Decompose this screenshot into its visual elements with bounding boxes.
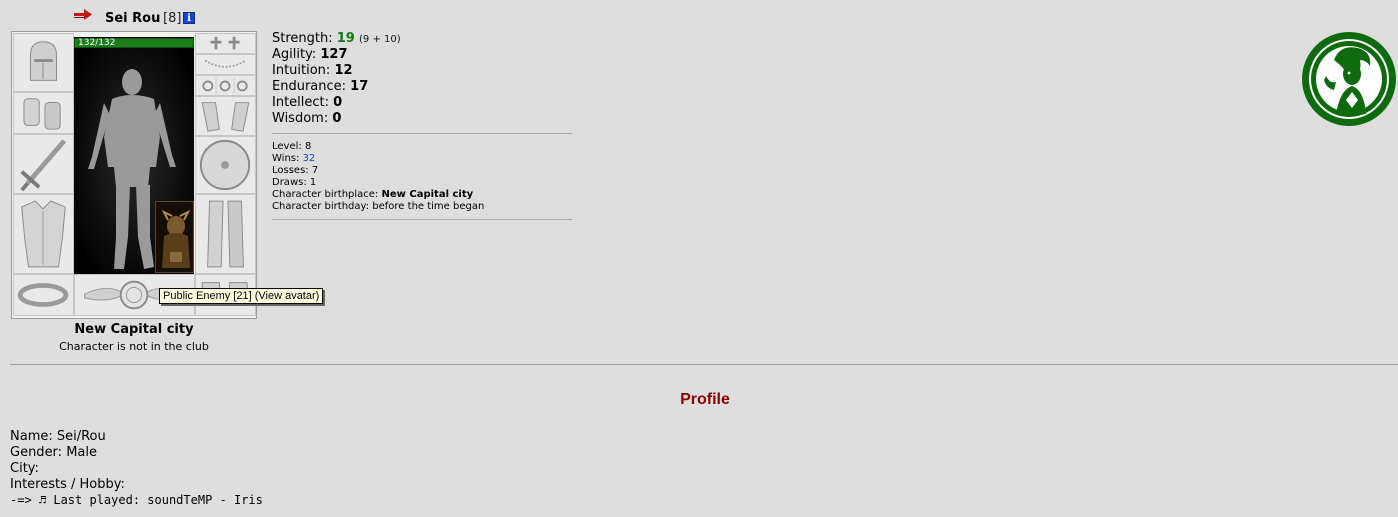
- arrow-icon[interactable]: [74, 9, 92, 21]
- character-name: Sei Rou: [105, 11, 161, 26]
- info-wins: Wins: 32: [272, 153, 315, 165]
- avatar-tooltip: Public Enemy [21] (View avatar): [159, 288, 324, 304]
- last-played: -=> ♬ Last played: soundTeMP - Iris: [10, 493, 263, 507]
- gloves-slot[interactable]: [195, 96, 256, 136]
- info-label: Draws:: [272, 177, 307, 188]
- stat-strength: Strength: 19 (9 + 10): [272, 31, 401, 48]
- armor-slot[interactable]: [13, 194, 74, 274]
- info-label: Losses:: [272, 165, 309, 176]
- helmet-slot[interactable]: [13, 33, 74, 92]
- stat-value: 17: [350, 79, 369, 94]
- hp-value: 132/132: [78, 38, 116, 48]
- info-value: 7: [311, 165, 319, 176]
- stat-label: Wisdom:: [272, 111, 329, 126]
- stat-value: 0: [333, 95, 343, 110]
- info-label: Wins:: [272, 153, 300, 164]
- city-title: New Capital city: [74, 322, 194, 337]
- avatar-image: [156, 202, 193, 272]
- info-label: Character birthplace:: [272, 189, 379, 200]
- stat-endurance: Endurance: 17: [272, 79, 368, 95]
- stat-value: 19: [336, 31, 355, 46]
- club-status: Character is not in the club: [59, 340, 209, 353]
- stat-value: 127: [320, 47, 348, 62]
- info-value[interactable]: 32: [303, 153, 316, 164]
- profile-heading: Profile: [680, 391, 730, 408]
- amulet-slot[interactable]: [195, 54, 256, 75]
- helmet-icon: [29, 41, 58, 81]
- info-value: New Capital city: [381, 189, 474, 200]
- info-birthday: Character birthday: before the time bega…: [272, 201, 484, 213]
- profile-interests: Interests / Hobby:: [10, 477, 125, 492]
- stat-detail: (9 + 10): [359, 34, 401, 45]
- stat-label: Endurance:: [272, 79, 347, 94]
- divider: [272, 133, 572, 134]
- shield-icon: [199, 139, 251, 191]
- belt-slot[interactable]: [13, 274, 74, 316]
- info-label: Character birthday:: [272, 201, 370, 212]
- clan-emblem-icon[interactable]: [1300, 30, 1398, 128]
- greaves-slot[interactable]: [195, 194, 256, 274]
- shield-slot[interactable]: [195, 136, 256, 194]
- info-icon[interactable]: i: [183, 12, 195, 24]
- info-value: 8: [304, 141, 312, 152]
- stat-wisdom: Wisdom: 0: [272, 111, 341, 127]
- sword-icon: [20, 139, 67, 192]
- greaves-icon: [207, 200, 244, 268]
- stat-value: 12: [334, 63, 353, 78]
- rings-slot[interactable]: [195, 75, 256, 96]
- info-draws: Draws: 1: [272, 177, 316, 189]
- rings-icon: [202, 77, 248, 94]
- info-value: 1: [309, 177, 317, 188]
- profile-city: City:: [10, 461, 39, 476]
- divider: [272, 219, 572, 220]
- info-value: before the time began: [372, 201, 485, 212]
- earrings-icon: [210, 36, 240, 50]
- section-divider: [10, 364, 1398, 365]
- stat-label: Strength:: [272, 31, 333, 46]
- info-level: Level: 8: [272, 141, 311, 153]
- info-birthplace: Character birthplace: New Capital city: [272, 189, 473, 201]
- amulet-icon: [204, 59, 247, 68]
- character-level: [8]: [163, 11, 182, 26]
- gloves-icon: [201, 102, 250, 132]
- stat-agility: Agility: 127: [272, 47, 348, 63]
- stat-label: Agility:: [272, 47, 317, 62]
- armor-icon: [21, 200, 66, 268]
- avatar[interactable]: [155, 201, 194, 273]
- bracers-icon: [23, 98, 61, 130]
- stat-value: 0: [332, 111, 342, 126]
- info-label: Level:: [272, 141, 302, 152]
- belt-icon: [17, 283, 69, 307]
- bracers-slot[interactable]: [13, 92, 74, 134]
- profile-name: Name: Sei/Rou: [10, 429, 106, 444]
- weapon-slot[interactable]: [13, 134, 74, 194]
- info-losses: Losses: 7: [272, 165, 318, 177]
- stat-intellect: Intellect: 0: [272, 95, 342, 111]
- earrings-slot[interactable]: [195, 33, 256, 54]
- stat-label: Intellect:: [272, 95, 330, 110]
- stat-label: Intuition:: [272, 63, 331, 78]
- profile-gender: Gender: Male: [10, 445, 97, 460]
- stat-intuition: Intuition: 12: [272, 63, 353, 79]
